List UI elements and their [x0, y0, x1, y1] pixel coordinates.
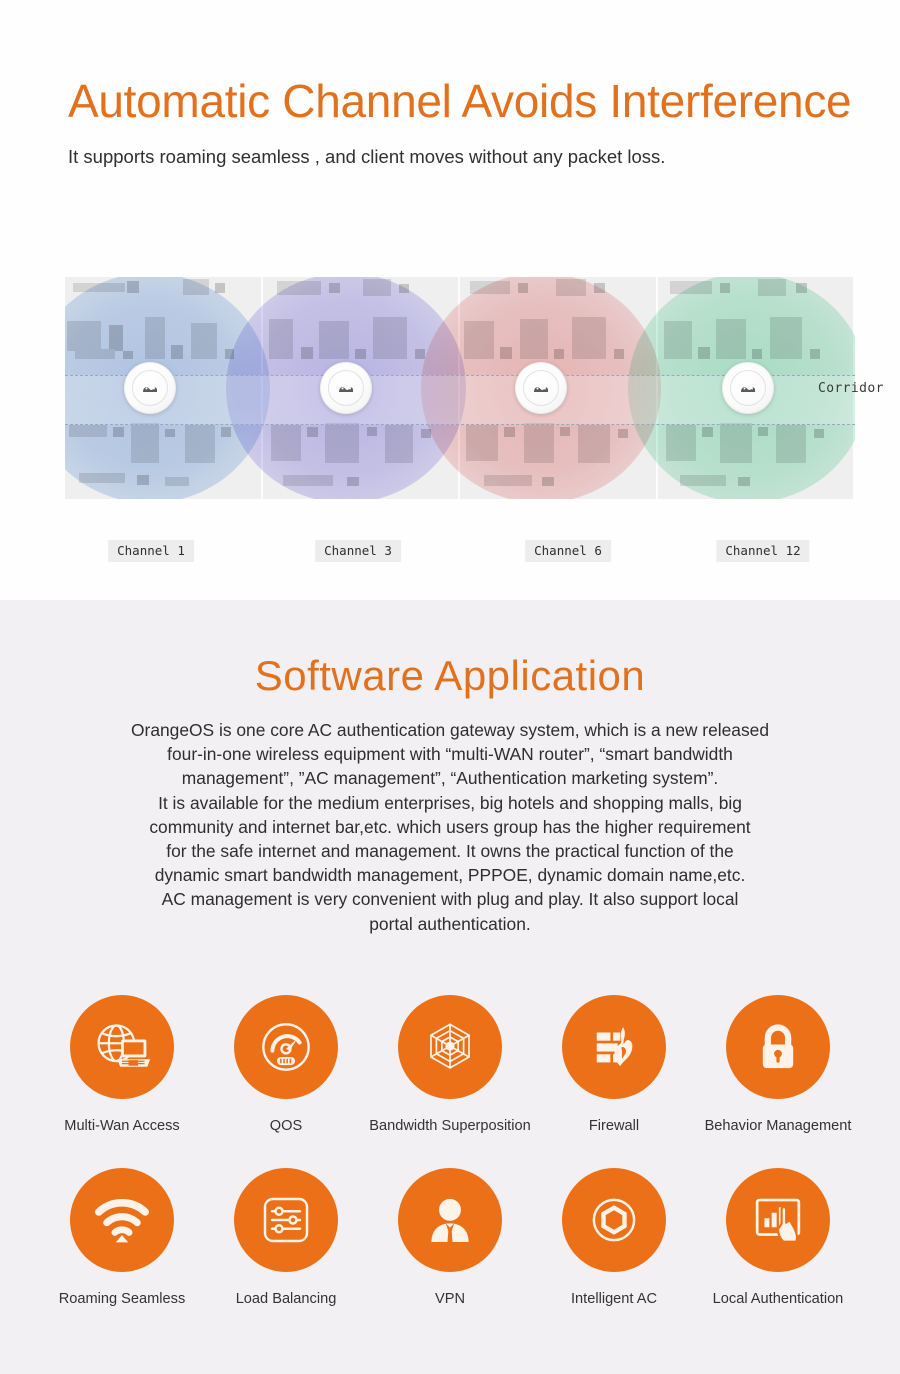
access-point-3: [515, 362, 567, 414]
access-point-2: [320, 362, 372, 414]
software-description-line: OrangeOS is one core AC authentication g…: [131, 720, 769, 740]
feature-row-1: Multi-Wan Access QOS Bandwidth Superposi…: [40, 995, 860, 1134]
feature-label: Firewall: [588, 1118, 640, 1134]
access-point-4: [722, 362, 774, 414]
hexagon-ring-icon: [592, 1198, 636, 1242]
feature-icon-circle: [234, 995, 338, 1099]
feature-icon-circle: [234, 1168, 338, 1272]
software-description-line: It is available for the medium enterpris…: [158, 792, 742, 813]
feature-label: Load Balancing: [235, 1291, 337, 1307]
feature-bandwidth-superposition[interactable]: Bandwidth Superposition: [368, 995, 532, 1134]
feature-icon-circle: [70, 995, 174, 1099]
feature-icon-circle: [562, 995, 666, 1099]
feature-label: Roaming Seamless: [58, 1291, 186, 1307]
feature-label: Bandwidth Superposition: [369, 1118, 531, 1134]
feature-label: Behavior Management: [704, 1118, 852, 1134]
ap-logo-icon: [741, 386, 756, 392]
feature-vpn[interactable]: VPN: [368, 1168, 532, 1307]
sliders-icon: [263, 1197, 309, 1243]
page-title: Automatic Channel Avoids Interference: [68, 75, 852, 127]
software-description: OrangeOS is one core AC authentication g…: [52, 718, 848, 936]
globe-laptop-icon: [97, 1024, 151, 1067]
access-point-1: [124, 362, 176, 414]
feature-row-2: Roaming Seamless Load Balancing VPN Inte…: [40, 1168, 860, 1307]
ap-logo-icon: [339, 386, 354, 392]
software-description-line: four-in-one wireless equipment with “mul…: [167, 744, 733, 765]
software-description-line: portal authentication.: [369, 913, 531, 934]
wifi-signal-icon: [94, 1199, 150, 1243]
feature-icon-circle: [562, 1168, 666, 1272]
channel-label-1: Channel 1: [108, 540, 194, 562]
software-description-line: for the safe internet and management. It…: [166, 841, 734, 862]
software-title: Software Application: [254, 652, 646, 699]
software-description-line: community and internet bar,etc. which us…: [149, 816, 751, 837]
feature-intelligent-ac[interactable]: Intelligent AC: [532, 1168, 696, 1307]
feature-label: QOS: [269, 1118, 303, 1134]
feature-roaming-seamless[interactable]: Roaming Seamless: [40, 1168, 204, 1307]
firewall-flame-icon: [596, 1027, 633, 1067]
feature-label: VPN: [434, 1291, 465, 1307]
channel-label-4: Channel 12: [716, 540, 810, 562]
feature-icon-circle: [726, 1168, 830, 1272]
user-tie-icon: [431, 1198, 469, 1242]
speedometer-icon: [262, 1023, 310, 1071]
feature-icon-circle: [398, 1168, 502, 1272]
spider-web-icon: [430, 1023, 470, 1069]
feature-icon-circle: [398, 995, 502, 1099]
floorplan-diagram: [65, 277, 855, 499]
touch-chart-icon: [755, 1198, 801, 1243]
channel-label-3: Channel 6: [525, 540, 611, 562]
software-description-line: AC management is very convenient with pl…: [161, 889, 739, 910]
feature-behavior-management[interactable]: Behavior Management: [696, 995, 860, 1134]
padlock-icon: [762, 1024, 794, 1069]
feature-multi-wan-access[interactable]: Multi-Wan Access: [40, 995, 204, 1134]
page-root: Automatic Channel Avoids Interference It…: [0, 0, 900, 1374]
feature-firewall[interactable]: Firewall: [532, 995, 696, 1134]
feature-icon-circle: [70, 1168, 174, 1272]
feature-label: Intelligent AC: [571, 1291, 657, 1307]
feature-label: Multi-Wan Access: [64, 1118, 180, 1134]
hero-subtitle: It supports roaming seamless , and clien…: [68, 146, 666, 167]
software-description-line: dynamic smart bandwidth management, PPPO…: [154, 865, 746, 886]
corridor-label: Corridor: [818, 381, 884, 396]
ap-logo-icon: [143, 386, 158, 392]
feature-local-authentication[interactable]: Local Authentication: [696, 1168, 860, 1307]
feature-icon-circle: [726, 995, 830, 1099]
feature-label: Local Authentication: [712, 1291, 844, 1307]
feature-qos[interactable]: QOS: [204, 995, 368, 1134]
roaming-section: Automatic Channel Avoids Interference It…: [0, 0, 900, 600]
ap-logo-icon: [534, 386, 549, 392]
software-description-line: management”, ”AC management”, “Authentic…: [181, 768, 719, 789]
feature-load-balancing[interactable]: Load Balancing: [204, 1168, 368, 1307]
channel-label-2: Channel 3: [315, 540, 401, 562]
